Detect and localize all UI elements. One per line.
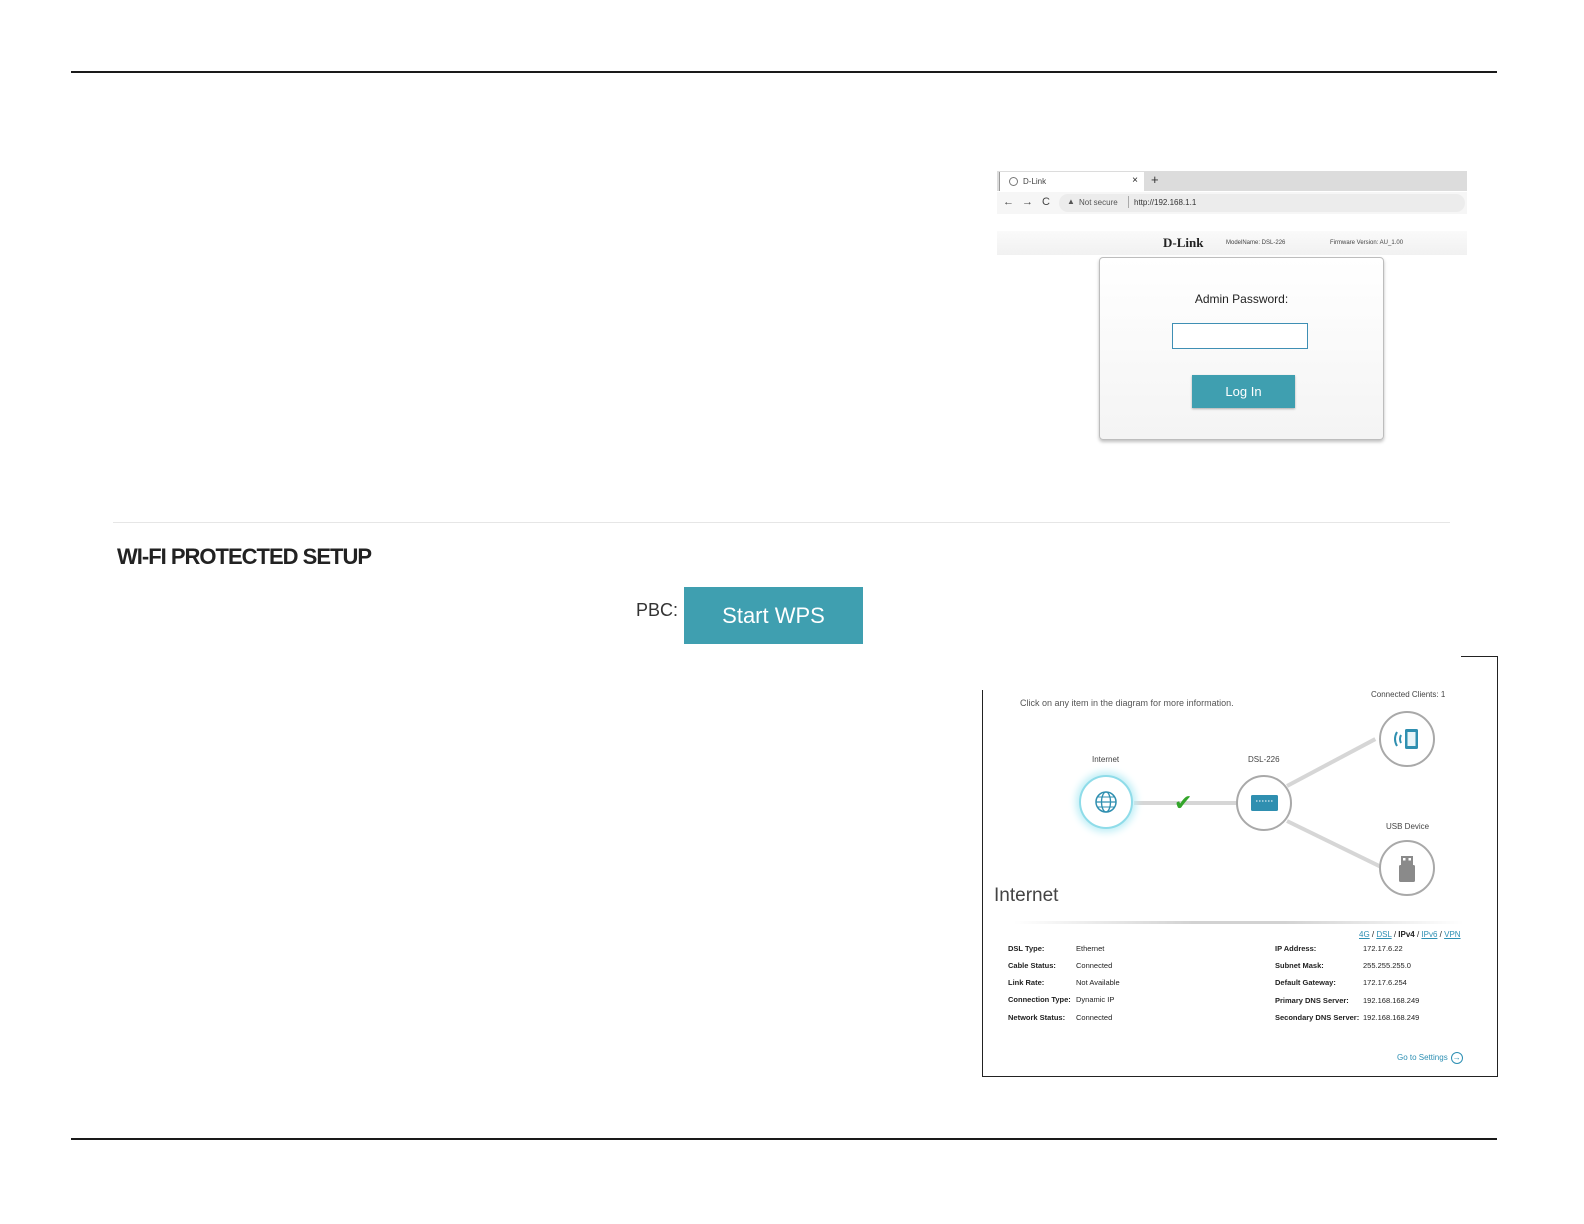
close-tab-icon[interactable]: × [1132, 175, 1138, 186]
protocol-4g-link[interactable]: 4G [1359, 930, 1370, 939]
detail-value: 192.168.168.249 [1363, 996, 1420, 1005]
browser-tab[interactable]: D-Link × [999, 172, 1144, 191]
detail-value: 172.17.6.254 [1363, 978, 1407, 987]
firmware-version: Firmware Version: AU_1.00 [1330, 240, 1404, 246]
router-header: D-Link ModelName: DSL-226 Firmware Versi… [997, 231, 1467, 255]
detail-value: 192.168.168.249 [1363, 1013, 1420, 1022]
go-to-settings-link[interactable]: Go to Settings → [1397, 1052, 1463, 1064]
detail-value: 172.17.6.22 [1363, 944, 1403, 953]
login-screenshot: D-Link × + ← → C ▲ Not secure http://192… [997, 171, 1467, 446]
section-divider-line [1014, 921, 1464, 924]
address-bar[interactable]: ▲ Not secure http://192.168.1.1 [1059, 194, 1465, 212]
internet-node-label: Internet [1092, 755, 1120, 764]
router-node[interactable] [1236, 775, 1292, 831]
router-node-label: DSL-226 [1248, 755, 1280, 764]
browser-tab-bar: D-Link × + [997, 171, 1467, 191]
clients-node[interactable] [1379, 711, 1435, 767]
detail-value: Dynamic IP [1076, 995, 1115, 1004]
link-router-usb [1286, 819, 1383, 869]
reload-icon[interactable]: C [1042, 196, 1050, 208]
password-label: Admin Password: [1194, 292, 1289, 306]
connected-clients-label: Connected Clients: 1 [1371, 690, 1446, 699]
detail-key: DSL Type: [1008, 944, 1045, 953]
password-input[interactable] [1172, 323, 1308, 349]
usb-node-label: USB Device [1386, 822, 1430, 831]
detail-key: Connection Type: [1008, 995, 1071, 1004]
usb-icon [1399, 856, 1415, 882]
detail-key: Default Gateway: [1275, 978, 1336, 987]
protocol-ipv6-link[interactable]: IPv6 [1421, 930, 1437, 939]
wps-title: WI-FI PROTECTED SETUP [117, 544, 372, 569]
network-map-screenshot: Click on any item in the diagram for mor… [982, 656, 1498, 1077]
dlink-logo: D-Link [1163, 235, 1204, 250]
browser-nav-bar: ← → C ▲ Not secure http://192.168.1.1 [997, 192, 1467, 214]
globe-icon [1095, 791, 1117, 813]
go-to-settings-label: Go to Settings [1397, 1053, 1448, 1063]
detail-key: Subnet Mask: [1275, 961, 1324, 970]
new-tab-icon[interactable]: + [1151, 172, 1159, 187]
detail-value: Connected [1076, 1013, 1113, 1022]
detail-key: Cable Status: [1008, 961, 1056, 970]
detail-value: 255.255.255.0 [1363, 961, 1411, 970]
start-wps-button[interactable]: Start WPS [684, 587, 863, 644]
section-divider [113, 522, 1450, 523]
detail-key: Network Status: [1008, 1013, 1066, 1022]
security-status: Not secure [1079, 198, 1118, 207]
wireless-device-icon [1394, 729, 1418, 749]
page-bottom-rule [71, 1138, 1497, 1140]
browser-tab-title: D-Link [1023, 177, 1047, 186]
globe-icon [1009, 177, 1018, 186]
page-top-rule [71, 71, 1497, 73]
detail-key: Secondary DNS Server: [1275, 1013, 1360, 1022]
internet-section-title: Internet [994, 885, 1059, 906]
detail-value: Ethernet [1076, 944, 1105, 953]
link-router-clients [1286, 737, 1377, 788]
warning-icon: ▲ [1067, 197, 1075, 206]
arrow-circle-icon: → [1450, 1052, 1463, 1064]
detail-key: Primary DNS Server: [1275, 996, 1349, 1005]
connected-check-icon: ✔ [1174, 790, 1193, 815]
back-arrow-icon[interactable]: ← [1003, 196, 1014, 208]
detail-key: Link Rate: [1008, 978, 1045, 987]
protocol-links: 4G / DSL / IPv4 / IPv6 / VPN [1359, 930, 1461, 939]
protocol-vpn-link[interactable]: VPN [1444, 930, 1460, 939]
protocol-dsl-link[interactable]: DSL [1376, 930, 1391, 939]
detail-key: IP Address: [1275, 944, 1317, 953]
router-icon [1251, 795, 1278, 811]
detail-value: Connected [1076, 961, 1113, 970]
diagram-hint: Click on any item in the diagram for mor… [1020, 698, 1234, 708]
address-separator [1128, 196, 1129, 208]
detail-value: Not Available [1076, 978, 1120, 987]
usb-node[interactable] [1379, 840, 1435, 896]
protocol-ipv4-current: IPv4 [1398, 930, 1415, 939]
login-panel: Admin Password: Log In [1099, 257, 1384, 440]
address-url: http://192.168.1.1 [1134, 198, 1197, 207]
login-button[interactable]: Log In [1192, 375, 1295, 408]
model-name: ModelName: DSL-226 [1226, 240, 1286, 246]
forward-arrow-icon[interactable]: → [1022, 196, 1033, 208]
internet-node[interactable] [1079, 775, 1133, 829]
pbc-label: PBC: [636, 600, 679, 620]
